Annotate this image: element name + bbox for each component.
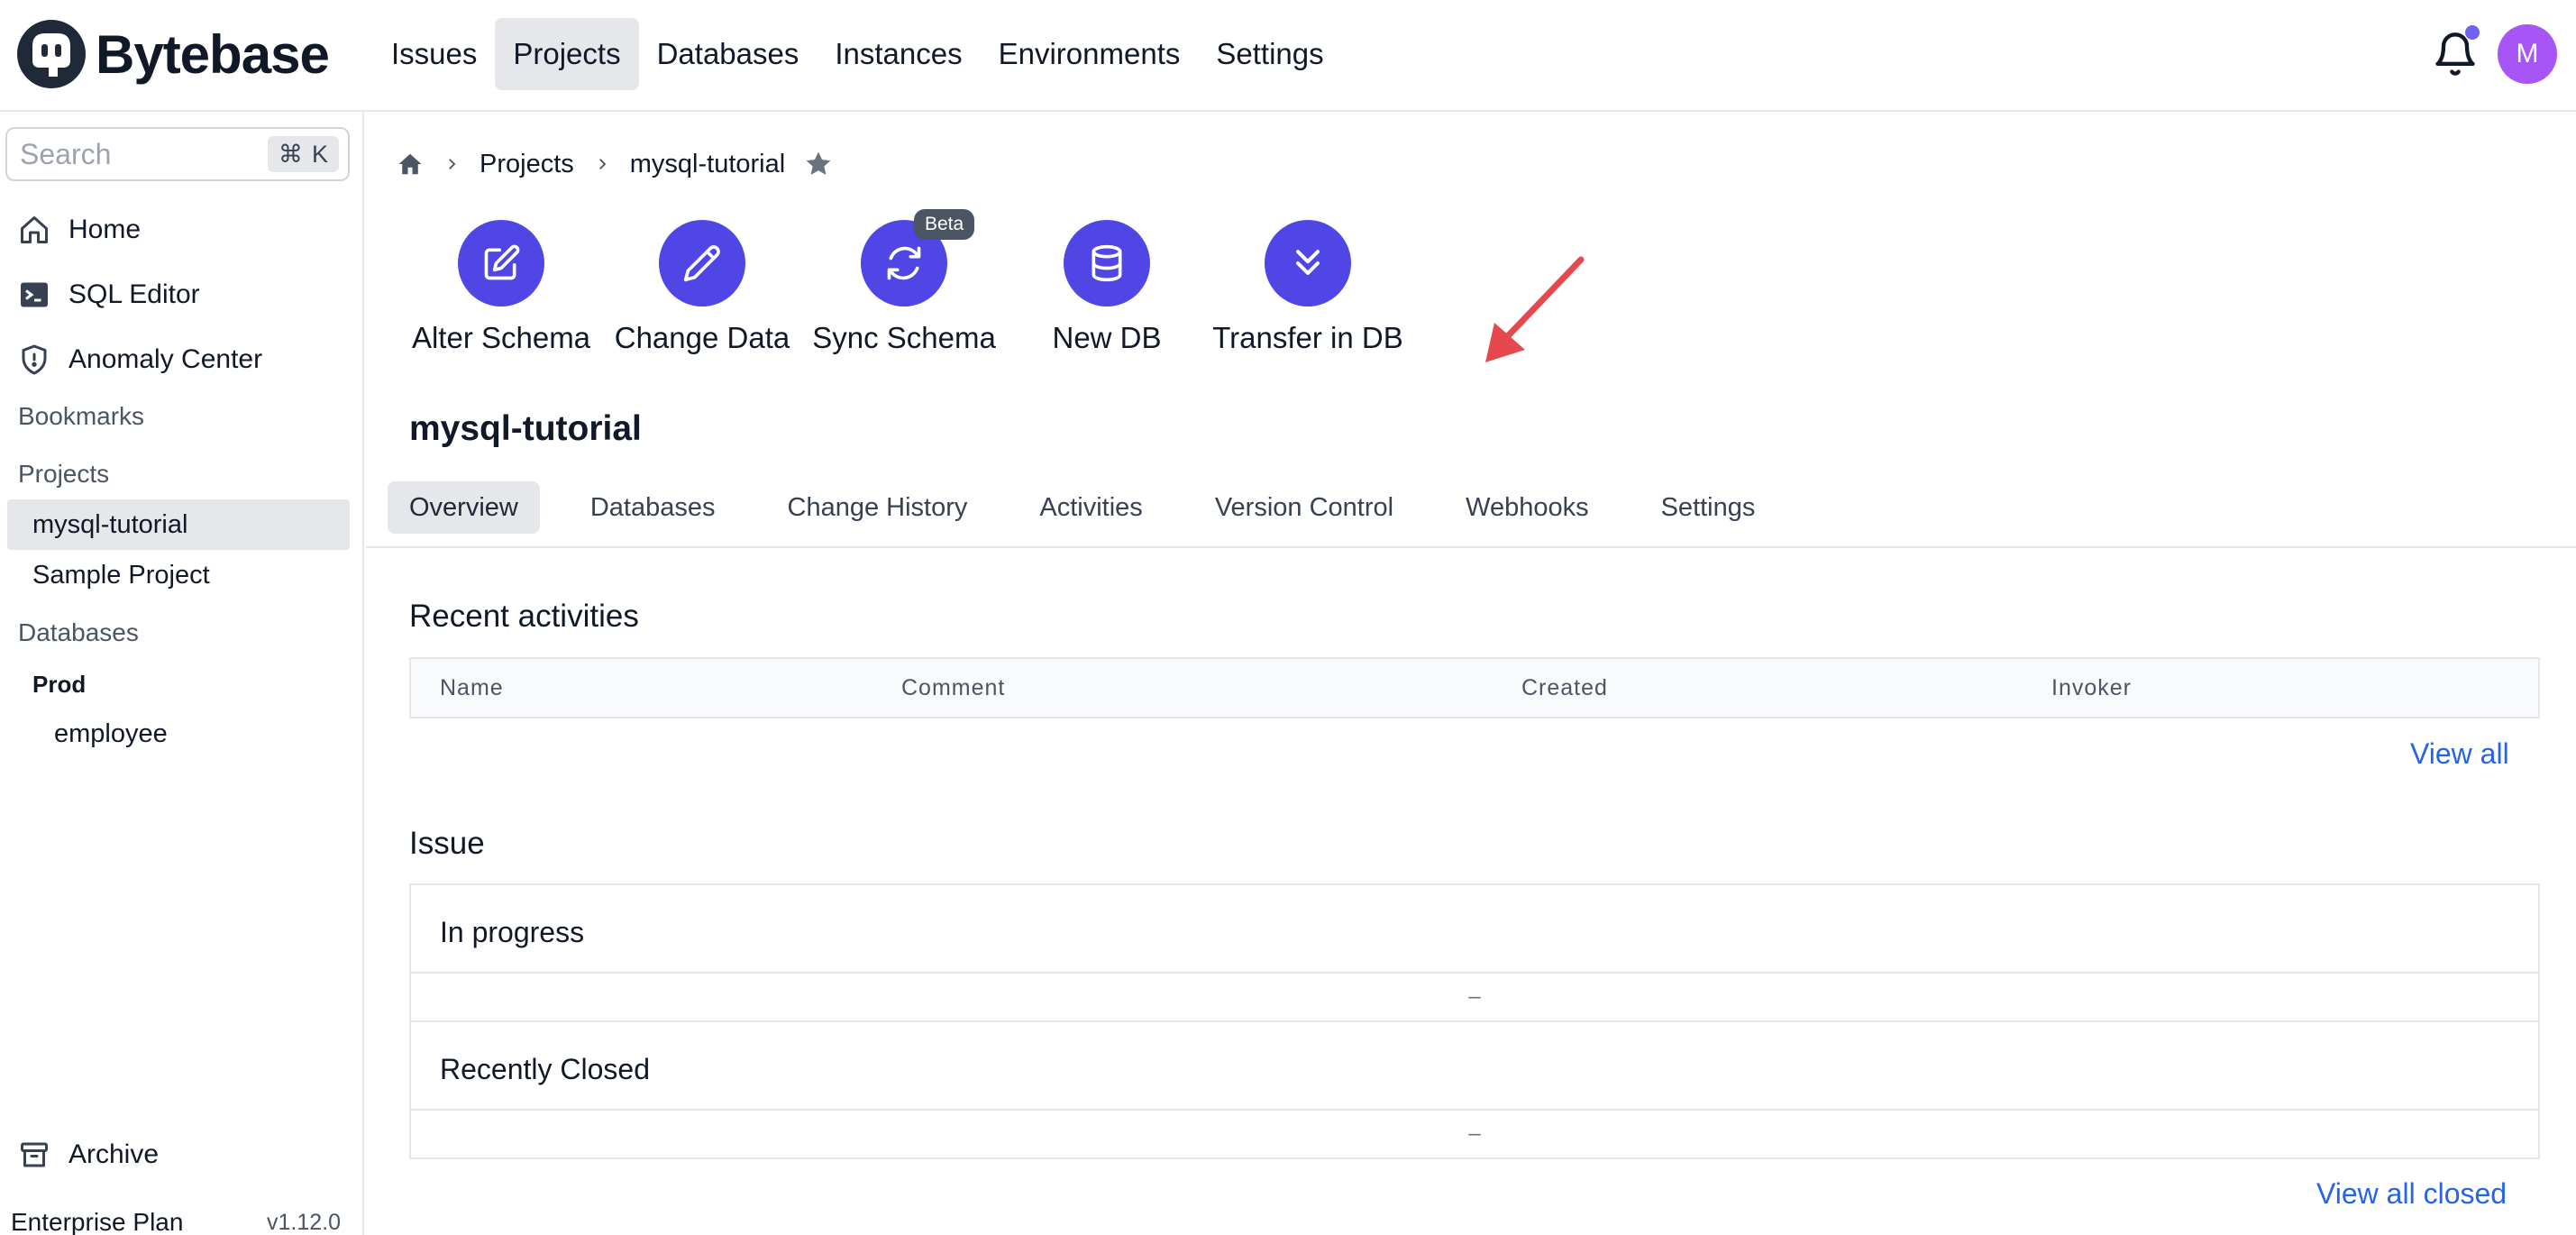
new-db-label: New DB xyxy=(1052,321,1162,354)
column-comment: Comment xyxy=(901,675,1006,700)
bytebase-logo[interactable]: Bytebase xyxy=(16,18,330,90)
recently-closed-heading: Recently Closed xyxy=(440,1053,650,1085)
bytebase-logo-icon xyxy=(17,20,86,88)
nav-issues[interactable]: Issues xyxy=(373,18,495,90)
sidebar: Search ⌘ K Home SQL Editor Anomaly Cente… xyxy=(0,112,364,1235)
transfer-in-db-label: Transfer in DB xyxy=(1212,321,1403,354)
app-name: Bytebase xyxy=(96,23,330,85)
new-db-button[interactable]: New DB xyxy=(1012,220,1201,355)
chevron-right-icon xyxy=(443,156,460,172)
change-data-icon-circle xyxy=(659,220,745,306)
nav-settings[interactable]: Settings xyxy=(1198,18,1341,90)
command-key-symbol: ⌘ xyxy=(278,140,303,168)
in-progress-empty: – xyxy=(1468,984,1481,1009)
nav-projects[interactable]: Projects xyxy=(495,18,639,90)
terminal-icon xyxy=(21,282,48,307)
column-invoker: Invoker xyxy=(2051,675,2132,700)
new-db-icon-circle xyxy=(1064,220,1150,306)
divider xyxy=(411,1109,2538,1111)
plan-label[interactable]: Enterprise Plan xyxy=(11,1208,183,1235)
sidebar-link-sql-editor[interactable]: SQL Editor xyxy=(18,272,200,317)
change-data-label: Change Data xyxy=(614,321,790,354)
tab-overview[interactable]: Overview xyxy=(388,481,540,534)
sidebar-database-employee[interactable]: employee xyxy=(54,719,168,749)
nav-databases[interactable]: Databases xyxy=(639,18,818,90)
top-bar: Bytebase Issues Projects Databases Insta… xyxy=(0,0,2576,112)
recent-activities-heading: Recent activities xyxy=(409,599,639,634)
sidebar-link-home[interactable]: Home xyxy=(18,207,141,252)
archive-icon xyxy=(21,1142,48,1167)
divider xyxy=(411,1020,2538,1022)
view-all-closed-link[interactable]: View all closed xyxy=(2316,1177,2507,1211)
refresh-icon xyxy=(887,246,921,280)
annotation-arrow xyxy=(1485,256,1585,362)
transfer-in-db-button[interactable]: Transfer in DB xyxy=(1212,220,1403,355)
alter-schema-button[interactable]: Alter Schema xyxy=(406,220,596,355)
sidebar-link-label: Anomaly Center xyxy=(69,344,263,374)
breadcrumb-current: mysql-tutorial xyxy=(629,149,786,178)
star-icon[interactable] xyxy=(803,149,834,179)
tab-settings[interactable]: Settings xyxy=(1640,481,1777,534)
environment-prod-label: Prod xyxy=(32,671,87,698)
tab-change-history[interactable]: Change History xyxy=(766,481,990,534)
alter-schema-icon-circle xyxy=(458,220,544,306)
column-created: Created xyxy=(1521,675,1608,700)
notification-dot xyxy=(2465,25,2480,40)
nav-environments[interactable]: Environments xyxy=(981,18,1199,90)
search-input[interactable]: Search ⌘ K xyxy=(5,127,350,181)
sync-schema-button[interactable]: Sync Schema xyxy=(809,220,999,355)
breadcrumb: Projects mysql-tutorial xyxy=(397,141,834,188)
transfer-in-db-icon-circle xyxy=(1265,220,1351,306)
nav-instances[interactable]: Instances xyxy=(817,18,980,90)
tab-databases[interactable]: Databases xyxy=(569,481,737,534)
tabs-divider xyxy=(366,546,2576,548)
databases-heading: Databases xyxy=(18,618,139,646)
shortcut-key: K xyxy=(311,140,328,168)
sidebar-link-archive[interactable]: Archive xyxy=(18,1132,159,1177)
sidebar-link-anomaly-center[interactable]: Anomaly Center xyxy=(18,337,262,382)
issue-heading: Issue xyxy=(409,826,485,861)
column-name: Name xyxy=(440,675,504,700)
version-label: v1.12.0 xyxy=(266,1210,341,1235)
project-title: mysql-tutorial xyxy=(409,409,642,448)
in-progress-heading: In progress xyxy=(440,916,585,948)
tab-version-control[interactable]: Version Control xyxy=(1193,481,1415,534)
search-placeholder: Search xyxy=(20,137,112,170)
chevron-double-down-icon xyxy=(1295,250,1320,276)
recently-closed-empty: – xyxy=(1468,1121,1481,1146)
sidebar-project-mysql-tutorial[interactable]: mysql-tutorial xyxy=(7,499,350,550)
home-icon xyxy=(21,216,48,243)
projects-heading: Projects xyxy=(18,460,110,488)
user-avatar[interactable]: M xyxy=(2498,24,2557,84)
view-all-activities-link[interactable]: View all xyxy=(2410,737,2509,771)
breadcrumb-projects[interactable]: Projects xyxy=(480,150,574,179)
sidebar-project-sample-project[interactable]: Sample Project xyxy=(7,550,350,600)
sidebar-link-label: SQL Editor xyxy=(69,279,200,309)
tab-webhooks[interactable]: Webhooks xyxy=(1444,481,1611,534)
main-nav: Issues Projects Databases Instances Envi… xyxy=(373,18,1342,90)
sync-schema-label: Sync Schema xyxy=(812,321,996,354)
home-icon[interactable] xyxy=(397,151,424,178)
search-shortcut: ⌘ K xyxy=(267,136,339,172)
issue-panel: In progress – Recently Closed – xyxy=(409,883,2540,1159)
bookmarks-heading: Bookmarks xyxy=(18,402,145,430)
shield-icon xyxy=(22,344,47,375)
alter-schema-label: Alter Schema xyxy=(411,321,591,354)
tab-activities[interactable]: Activities xyxy=(1018,481,1164,534)
edit-square-icon xyxy=(484,244,520,280)
project-tabs: Overview Databases Change History Activi… xyxy=(388,481,1805,534)
chevron-right-icon xyxy=(594,156,610,172)
database-icon xyxy=(1092,244,1122,282)
sidebar-link-label: Home xyxy=(69,215,142,244)
activities-table-header: Name Comment Created Invoker xyxy=(409,657,2540,718)
change-data-button[interactable]: Change Data xyxy=(607,220,797,355)
main-content: Projects mysql-tutorial Alter Schema Cha… xyxy=(366,112,2576,1235)
divider xyxy=(411,972,2538,974)
sidebar-link-label: Archive xyxy=(69,1139,160,1169)
beta-badge: Beta xyxy=(914,209,975,240)
pencil-icon xyxy=(683,245,720,282)
